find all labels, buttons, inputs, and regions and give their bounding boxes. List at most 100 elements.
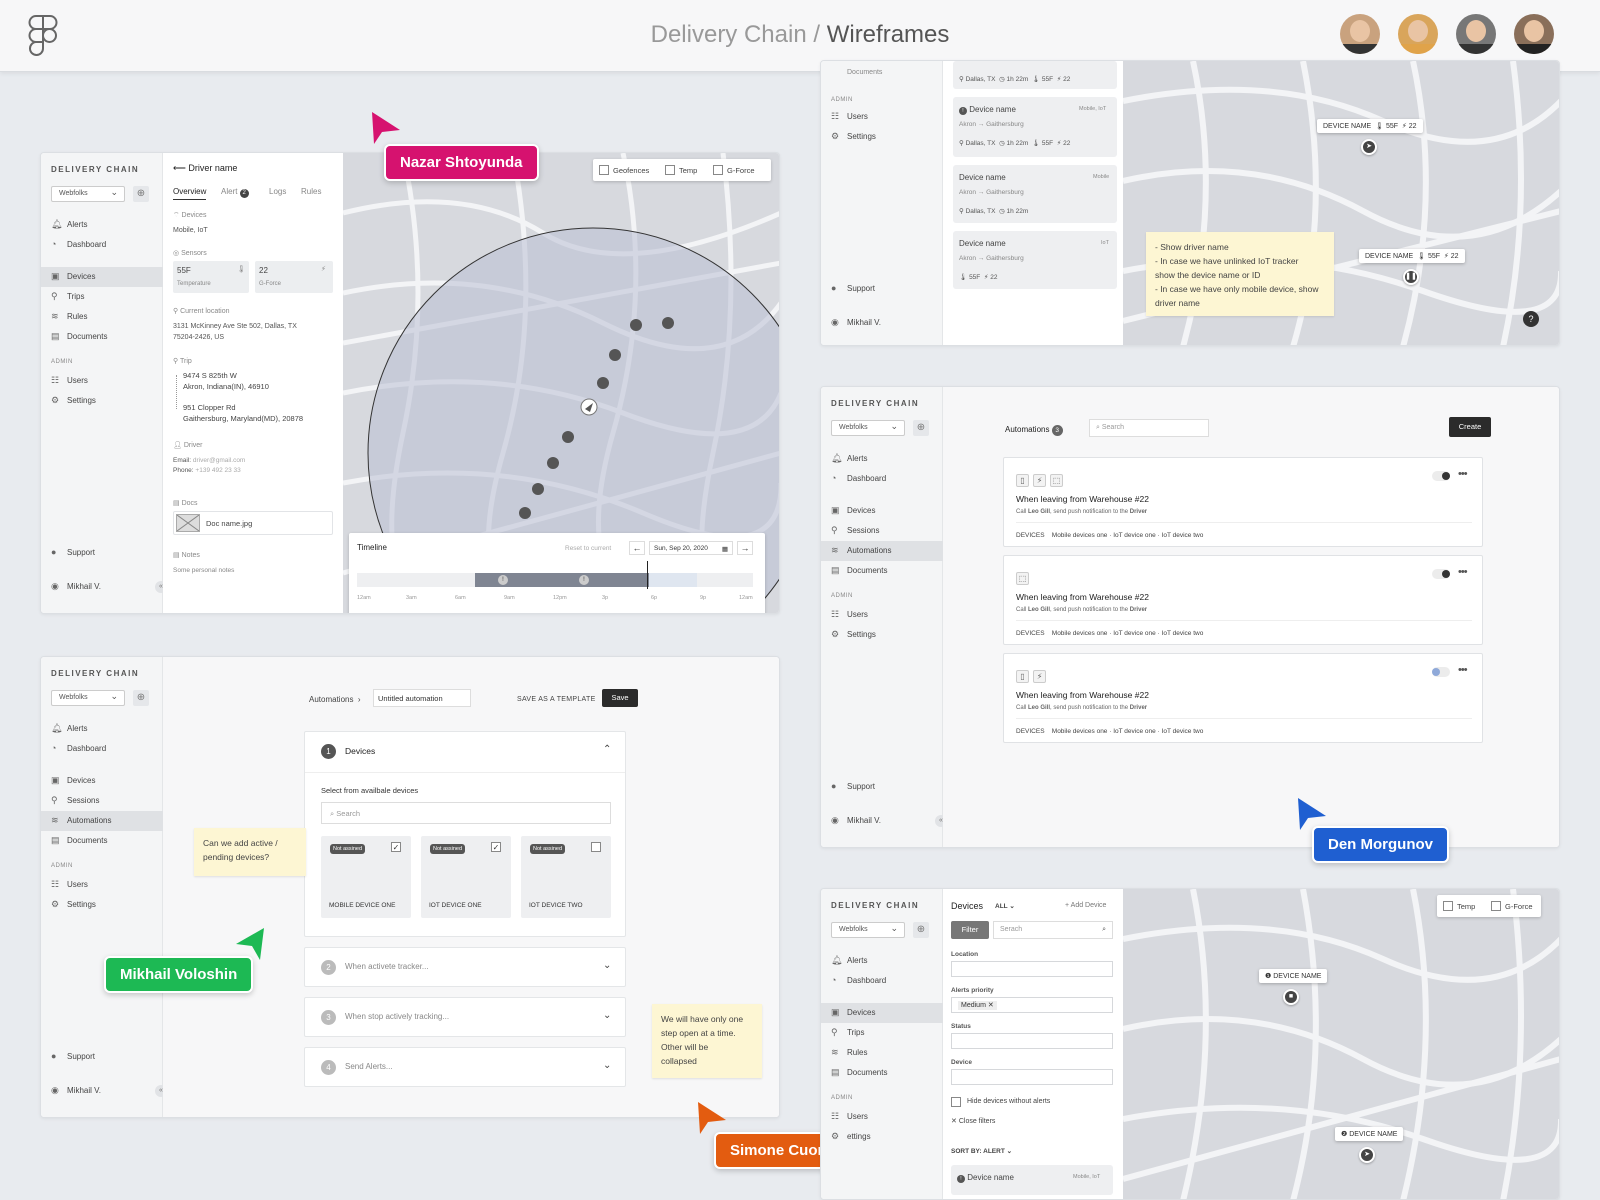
- device-card[interactable]: Device name IoT Akron → Gaithersburg 🌡︎ …: [953, 231, 1117, 289]
- navigation-pin-icon[interactable]: ➤: [1361, 139, 1377, 155]
- nav-rules[interactable]: ≋ Rules: [821, 1043, 943, 1063]
- device-map-badge[interactable]: DEVICE NAME 🌡︎ 55F ⚡︎ 22: [1359, 249, 1465, 263]
- nav-sessions[interactable]: ⚲ Sessions: [41, 791, 163, 811]
- automation-card[interactable]: ▯ ⚡︎ ⬚ ••• When leaving from Warehouse #22…: [1003, 457, 1483, 547]
- status-input[interactable]: [951, 1033, 1113, 1049]
- chevron-up-icon[interactable]: ⌃: [603, 744, 611, 755]
- nav-devices[interactable]: ▣ Devices: [821, 501, 943, 521]
- navigation-pin-icon[interactable]: ➤: [1359, 1147, 1375, 1163]
- automation-toggle[interactable]: [1432, 569, 1450, 579]
- step-3-collapsed[interactable]: 3 When stop actively tracking... ⌄: [304, 997, 626, 1037]
- devices-map[interactable]: Temp G-Force ❶ DEVICE NAME ■ ❷ DEVICE NA…: [1123, 889, 1559, 1199]
- nav-users[interactable]: ☷ Users: [41, 875, 163, 895]
- nav-dashboard[interactable]: ◔ Dashboard: [41, 739, 163, 759]
- nav-automations[interactable]: ≋ Automations: [41, 811, 163, 831]
- alerts-priority-input[interactable]: Medium ✕: [951, 997, 1113, 1013]
- nav-alerts[interactable]: 🔔︎ Alerts: [41, 719, 163, 739]
- nav-dashboard[interactable]: ◔ Dashboard: [41, 235, 163, 255]
- create-automation-button[interactable]: Create: [1449, 417, 1491, 437]
- device-search-input[interactable]: Serach ⌕: [993, 921, 1113, 939]
- nav-sessions[interactable]: ⚲ Sessions: [821, 521, 943, 541]
- device-input[interactable]: [951, 1069, 1113, 1085]
- g-force-checkbox[interactable]: [713, 165, 723, 175]
- user-profile[interactable]: ◉ Mikhail V.: [41, 1081, 163, 1101]
- tab-rules[interactable]: Rules: [301, 187, 321, 196]
- collaborator-avatar[interactable]: [1340, 14, 1380, 54]
- automation-name-input[interactable]: Untitled automation: [373, 689, 471, 707]
- step-4-collapsed[interactable]: 4 Send Alerts... ⌄: [304, 1047, 626, 1087]
- automations-search-input[interactable]: ⌕ Search: [1089, 419, 1209, 437]
- g-force-checkbox[interactable]: [1491, 901, 1501, 911]
- nav-alerts[interactable]: 🔔︎ Alerts: [41, 215, 163, 235]
- reset-to-current-link[interactable]: Reset to current: [565, 545, 611, 552]
- automation-card[interactable]: ▯ ⚡︎ ••• When leaving from Warehouse #22 …: [1003, 653, 1483, 743]
- collaborator-avatar[interactable]: [1456, 14, 1496, 54]
- nav-users[interactable]: ☷ Users: [821, 107, 943, 127]
- workspace-select[interactable]: Webfolks: [51, 186, 125, 202]
- device-option[interactable]: Not assined IOT DEVICE TWO: [521, 836, 611, 918]
- collaborator-avatar[interactable]: [1514, 14, 1554, 54]
- nav-devices[interactable]: ▣ Devices: [41, 771, 163, 791]
- nav-users[interactable]: ☷ Users: [41, 371, 163, 391]
- nav-devices[interactable]: ▣ Devices: [821, 1003, 943, 1023]
- nav-trips[interactable]: ⚲ Trips: [821, 1023, 943, 1043]
- device-option[interactable]: Not assined ✓ MOBILE DEVICE ONE: [321, 836, 411, 918]
- nav-dashboard[interactable]: ◔ Dashboard: [821, 469, 943, 489]
- more-options-icon[interactable]: •••: [1458, 664, 1468, 676]
- all-filter-dropdown[interactable]: ALL ⌄: [995, 902, 1015, 910]
- workspace-select[interactable]: Webfolks: [51, 690, 125, 706]
- timeline-event-marker[interactable]: !: [579, 575, 589, 585]
- geofences-checkbox[interactable]: [599, 165, 609, 175]
- add-workspace-button[interactable]: ⊕: [133, 690, 149, 706]
- user-profile[interactable]: ◉ Mikhail V.: [821, 811, 943, 831]
- nav-support[interactable]: ● Support: [41, 1047, 163, 1067]
- device-checkbox[interactable]: [591, 842, 601, 852]
- date-picker[interactable]: Sun, Sep 20, 2020 ▦: [649, 541, 733, 555]
- collaborator-avatar[interactable]: [1398, 14, 1438, 54]
- nav-documents[interactable]: ▤ Documents: [41, 831, 163, 851]
- nav-alerts[interactable]: 🔔︎ Alerts: [821, 951, 943, 971]
- nav-automations[interactable]: ≋ Automations: [821, 541, 943, 561]
- sort-dropdown[interactable]: SORT BY: ALERT ⌄: [951, 1147, 1012, 1155]
- device-card[interactable]: ⚲ Dallas, TX ◷ 1h 22m 🌡︎ 55F ⚡︎ 22: [953, 61, 1117, 89]
- device-map-badge[interactable]: DEVICE NAME 🌡︎ 55F ⚡︎ 22: [1317, 119, 1423, 133]
- nav-dashboard[interactable]: ◔ Dashboard: [821, 971, 943, 991]
- nav-users[interactable]: ☷ Users: [821, 605, 943, 625]
- nav-documents[interactable]: ▤ Documents: [821, 1063, 943, 1083]
- device-checkbox[interactable]: ✓: [391, 842, 401, 852]
- previous-day-button[interactable]: ←: [629, 541, 645, 555]
- back-arrow-icon[interactable]: ⟵: [173, 163, 186, 173]
- automation-card[interactable]: ⬚ ••• When leaving from Warehouse #22 Ca…: [1003, 555, 1483, 645]
- nav-rules[interactable]: ≋ Rules: [41, 307, 163, 327]
- more-options-icon[interactable]: •••: [1458, 468, 1468, 480]
- filter-button[interactable]: Filter: [951, 921, 989, 939]
- chevron-down-icon[interactable]: ⌄: [603, 1060, 611, 1071]
- nav-support[interactable]: ● Support: [821, 777, 943, 797]
- nav-documents[interactable]: ▤ Documents: [41, 327, 163, 347]
- workspace-select[interactable]: Webfolks: [831, 420, 905, 436]
- nav-settings[interactable]: ⚙ Settings: [41, 391, 163, 411]
- nav-settings[interactable]: ⚙ Settings: [41, 895, 163, 915]
- breadcrumb[interactable]: Automations ›: [309, 695, 361, 704]
- temp-checkbox[interactable]: [665, 165, 675, 175]
- location-input[interactable]: [951, 961, 1113, 977]
- add-device-link[interactable]: + Add Device: [1065, 902, 1106, 909]
- help-icon[interactable]: ?: [1523, 311, 1539, 327]
- nav-support[interactable]: ● Support: [821, 279, 943, 299]
- save-button[interactable]: Save: [602, 689, 638, 707]
- temp-checkbox[interactable]: [1443, 901, 1453, 911]
- tab-logs[interactable]: Logs: [269, 187, 286, 196]
- add-workspace-button[interactable]: ⊕: [913, 922, 929, 938]
- device-map-badge[interactable]: ❷ DEVICE NAME: [1335, 1127, 1404, 1141]
- more-options-icon[interactable]: •••: [1458, 566, 1468, 578]
- user-profile[interactable]: ◉ Mikhail V.: [821, 313, 943, 333]
- nav-settings[interactable]: ⚙ Settings: [821, 625, 943, 645]
- nav-settings[interactable]: ⚙ ettings: [821, 1127, 943, 1147]
- workspace-select[interactable]: Webfolks: [831, 922, 905, 938]
- add-workspace-button[interactable]: ⊕: [133, 186, 149, 202]
- device-card[interactable]: Device name Mobile Akron → Gaithersburg …: [953, 165, 1117, 223]
- nav-trips[interactable]: ⚲ Trips: [41, 287, 163, 307]
- nav-settings[interactable]: ⚙ Settings: [821, 127, 943, 147]
- timeline-current-time[interactable]: [647, 561, 648, 589]
- automation-toggle[interactable]: [1432, 471, 1450, 481]
